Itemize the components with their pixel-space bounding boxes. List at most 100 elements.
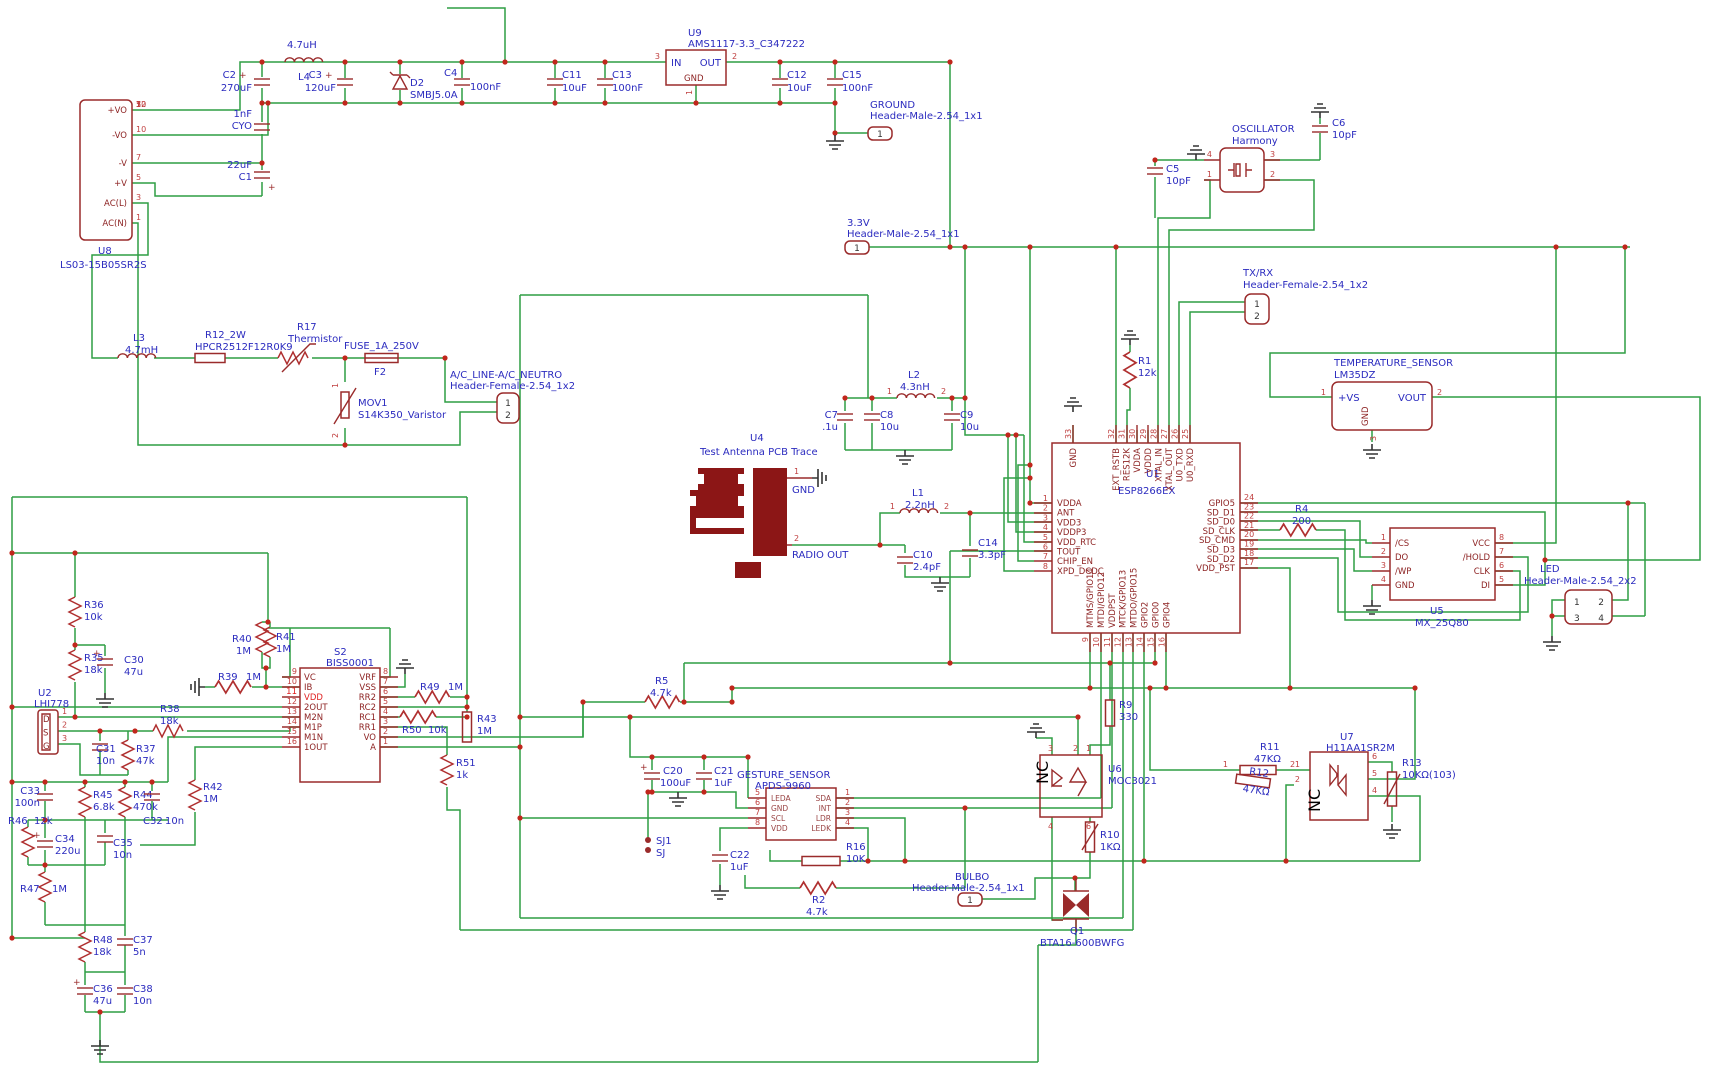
component-c14[interactable]: C14 3.3pF	[962, 538, 1006, 561]
c32-value: 10n	[165, 816, 184, 827]
pin-label: VCC	[1472, 539, 1490, 549]
component-r16[interactable]: R16 10K	[802, 842, 866, 866]
component-r40[interactable]: R40 1M	[232, 622, 268, 657]
component-r48[interactable]: R48 18k	[79, 932, 113, 962]
ground-icon	[1311, 104, 1329, 118]
ground-header[interactable]: GROUND Header-Male-2.54_1x1 1	[868, 100, 983, 140]
component-cyo[interactable]: 1nF CYO	[232, 109, 270, 132]
component-fuse[interactable]: FUSE_1A_250V F2	[344, 341, 419, 378]
v33-header[interactable]: 3.3V Header-Male-2.54_1x1 1	[845, 218, 960, 254]
pin-label: CHIP_EN	[1057, 557, 1093, 567]
component-r46[interactable]: R46 12k	[8, 816, 53, 857]
component-r47[interactable]: R47 1M	[20, 872, 67, 902]
pin-label: XTAL_IN	[1154, 448, 1164, 482]
r47-ref: R47	[20, 884, 40, 895]
component-u4-antenna[interactable]: U4 Test Antenna PCB Trace 1 GND 2 RADIO …	[690, 433, 849, 578]
component-r5[interactable]: R5 4.7k	[645, 676, 680, 708]
r48-ref: R48	[93, 935, 113, 946]
svg-text:3: 3	[1369, 436, 1378, 441]
svg-text:4: 4	[1598, 614, 1604, 624]
c13-ref: C13	[612, 70, 632, 81]
component-c5[interactable]: C5 10pF	[1147, 164, 1191, 187]
c4-value: 100nF	[470, 82, 501, 93]
component-c3[interactable]: C3 + 120uF	[305, 70, 353, 94]
component-r39[interactable]: R39 1M	[215, 672, 261, 693]
component-c33[interactable]: C33 100n	[15, 786, 53, 809]
fuse-ref: FUSE_1A_250V	[344, 341, 419, 352]
component-oscillator[interactable]: OSCILLATOR Harmony 4 1 3 2	[1204, 124, 1295, 192]
component-c9[interactable]: C9 10u	[944, 410, 979, 433]
pin-label: 5	[1499, 575, 1504, 584]
pin-label: GPIO4	[1162, 602, 1172, 628]
component-c37[interactable]: C37 5n	[117, 935, 153, 958]
component-mov1[interactable]: 1 2 MOV1 S14K350_Varistor	[331, 383, 447, 438]
component-c20[interactable]: + C20 100uF	[640, 763, 691, 789]
component-c6[interactable]: C6 10pF	[1312, 118, 1357, 141]
component-c22[interactable]: C22 1uF	[712, 850, 750, 873]
component-l3[interactable]: L3 4.7mH	[118, 333, 158, 358]
led-header[interactable]: LED Header-Male-2.54_2x2 1 2 3 4	[1524, 564, 1637, 624]
component-r1[interactable]: R1 12k	[1124, 352, 1157, 388]
component-r37[interactable]: R37 47k	[122, 740, 156, 770]
svg-text:2: 2	[1598, 598, 1604, 608]
txrx-header[interactable]: TX/RX Header-Female-2.54_1x2 1 2	[1242, 268, 1368, 324]
pin-label: 16	[287, 737, 297, 746]
component-c31[interactable]: C31 10n	[92, 744, 116, 767]
u2-pin-numbers: 123	[62, 707, 67, 743]
svg-text:1: 1	[1207, 170, 1212, 179]
component-c34[interactable]: + C34 220u	[33, 831, 80, 857]
component-c21[interactable]: C21 1uF	[696, 766, 734, 789]
c35-value: 10n	[113, 850, 132, 861]
component-r49[interactable]: R49 1M	[415, 682, 463, 703]
component-sj1[interactable]: SJ1 SJ	[645, 836, 672, 859]
component-c12[interactable]: C12 10uF	[772, 70, 812, 94]
component-c8[interactable]: C8 10u	[864, 410, 899, 433]
bulbo-header[interactable]: BULBO Header-Male-2.54_1x1 1	[912, 872, 1025, 906]
svg-text:1: 1	[854, 244, 860, 254]
component-r2[interactable]: R2 4.7k	[800, 882, 836, 918]
pin-label: 21	[1244, 521, 1254, 530]
component-r38[interactable]: R38 18k	[153, 704, 183, 737]
component-u8[interactable]: U8 LS03-15B05SR2S 12107531	[60, 100, 147, 271]
r11-ref: R11	[1260, 742, 1280, 753]
svg-text:3: 3	[136, 193, 141, 202]
component-c13[interactable]: C13 100nF	[597, 70, 643, 94]
component-r51[interactable]: R51 1k	[441, 755, 476, 785]
component-r50[interactable]: R50 10k	[400, 711, 447, 736]
temp-value: LM35DZ	[1334, 370, 1376, 381]
component-l1[interactable]: 1 2 L1 2.2nH	[890, 488, 949, 513]
pin-label: 11	[1103, 637, 1112, 647]
component-c35[interactable]: C35 10n	[97, 836, 133, 861]
r5-value: 4.7k	[650, 688, 672, 699]
component-c15[interactable]: C15 100nF	[827, 70, 873, 94]
component-u5-flash[interactable]: U5 MX_25Q80	[1372, 528, 1513, 629]
c31-ref: C31	[96, 744, 116, 755]
c13-value: 100nF	[612, 83, 643, 94]
c14-value: 3.3pF	[978, 550, 1006, 561]
schematic-canvas[interactable]: U8 LS03-15B05SR2S 12107531 +VO -VO -V +V…	[0, 0, 1730, 1073]
component-c7[interactable]: C7 .1u	[822, 410, 853, 433]
pin-label: 1	[845, 788, 850, 797]
component-c11[interactable]: C11 10uF	[547, 70, 587, 94]
component-c1[interactable]: 22uF C1 +	[227, 160, 275, 193]
ac-header[interactable]: A/C_LINE-A/C_NEUTRO Header-Female-2.54_1…	[450, 370, 575, 423]
component-s2-biss0001[interactable]: S2 BISS0001	[282, 647, 398, 782]
component-r41[interactable]: R41 1M	[264, 627, 296, 657]
component-c38[interactable]: C38 10n	[117, 984, 153, 1007]
component-temp-sensor[interactable]: TEMPERATURE_SENSOR LM35DZ +VS VOUT GND 1…	[1321, 358, 1453, 441]
component-r4[interactable]: R4 200	[1280, 504, 1316, 536]
component-c10[interactable]: C10 2.4pF	[897, 550, 941, 573]
svg-text:2: 2	[1295, 775, 1300, 784]
component-r36[interactable]: R36 10k	[69, 597, 104, 627]
component-r42[interactable]: R42 1M	[189, 780, 223, 810]
component-u7-h11aa1[interactable]: NC 1 2 6 5 4 U7 H11AA1SR2M	[1295, 732, 1395, 820]
u7-value: H11AA1SR2M	[1326, 743, 1395, 754]
component-l2[interactable]: 1 2 L2 4.3nH	[887, 370, 946, 398]
svg-text:2: 2	[331, 433, 340, 438]
ground-icon	[1121, 331, 1139, 345]
component-r44[interactable]: R44 470k	[119, 787, 158, 817]
component-r45[interactable]: R45 6.8k	[79, 787, 115, 817]
c5-ref: C5	[1166, 164, 1179, 175]
component-c36[interactable]: + C36 47u	[73, 978, 113, 1007]
pin-label: A	[370, 743, 376, 753]
